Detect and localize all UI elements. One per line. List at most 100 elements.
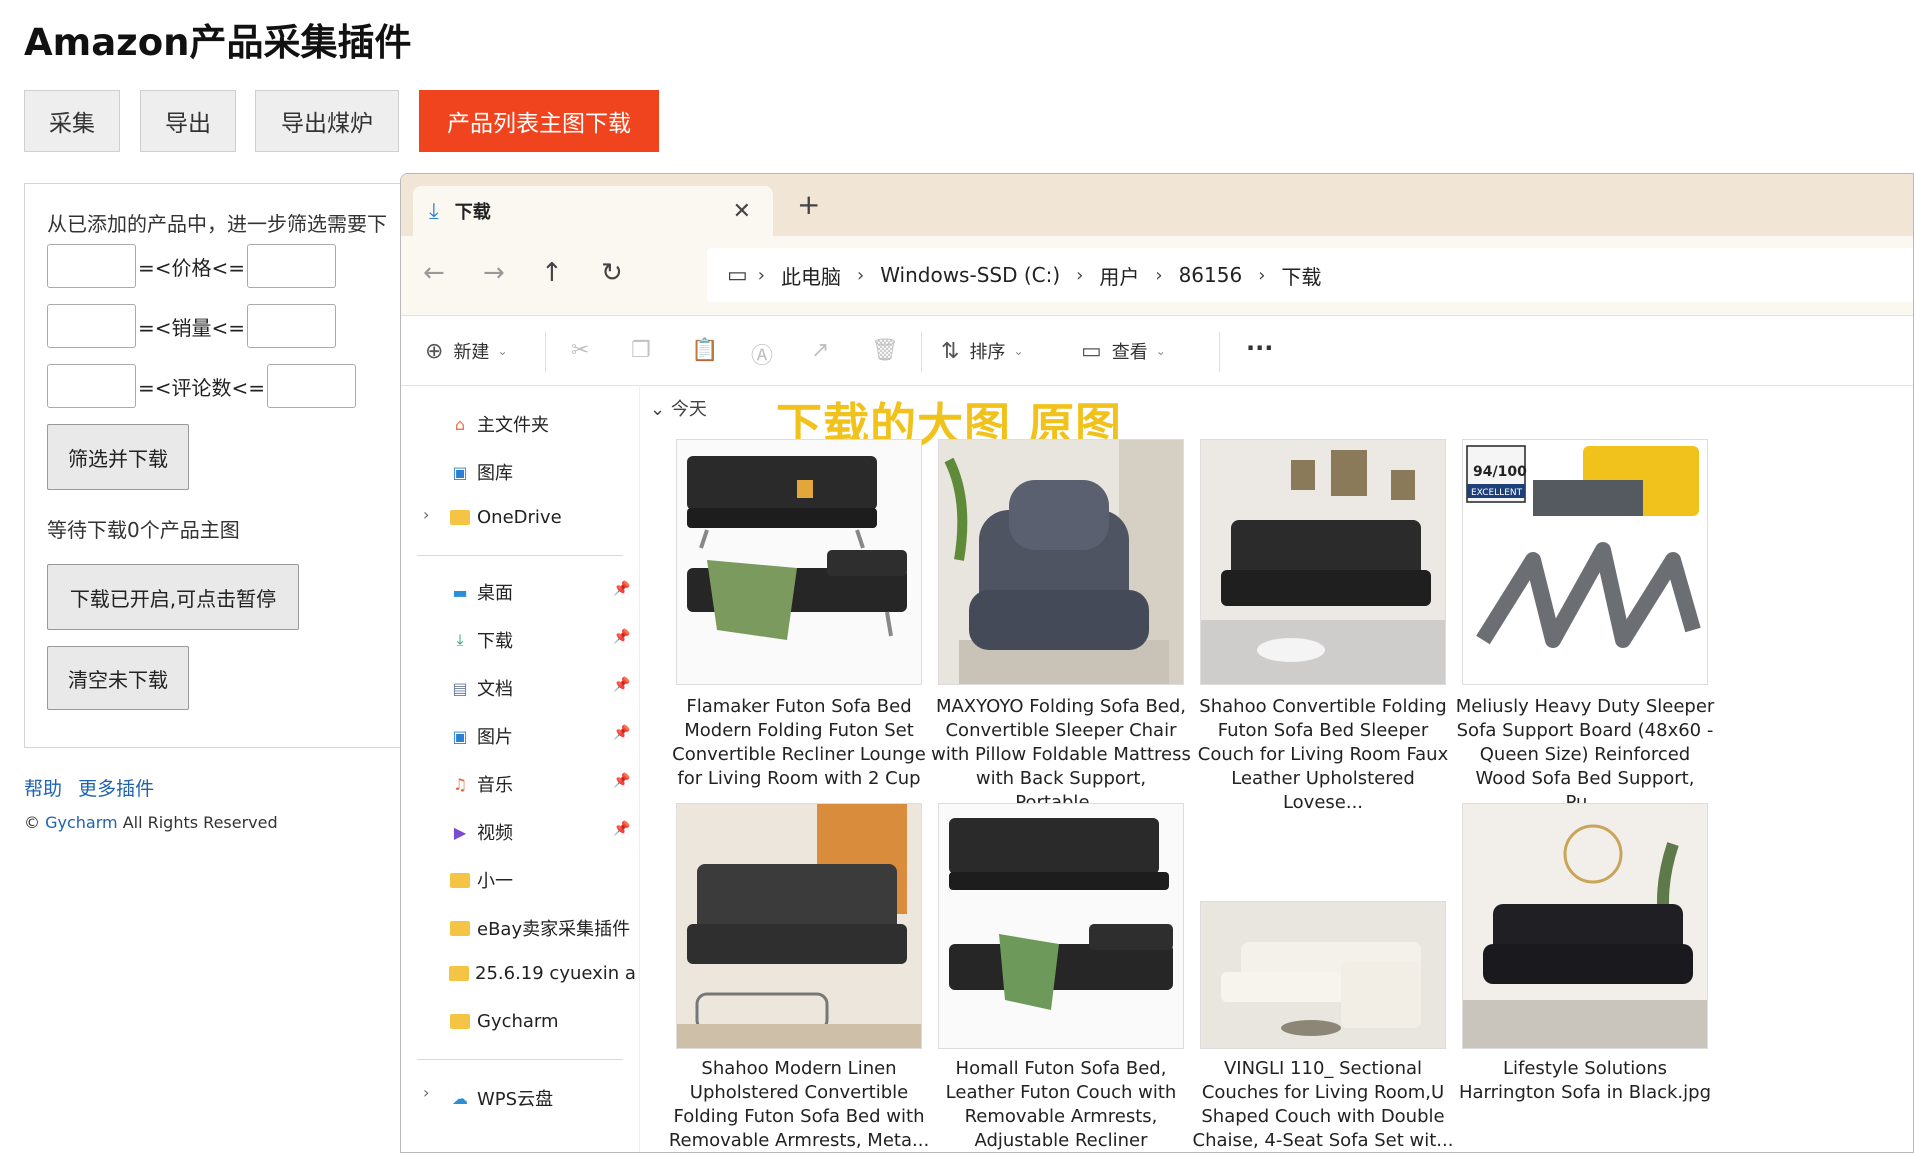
price-label: =<价格<= (138, 255, 246, 280)
nav-folder-xiaoyi[interactable]: 小一 (449, 867, 513, 893)
file-thumbnail-3[interactable] (1200, 439, 1446, 685)
sales-filter-row: =<销量<= (47, 304, 337, 348)
rename-button[interactable]: Ⓐ (751, 338, 783, 370)
download-icon: ⤓ (456, 630, 464, 649)
tab-downloads[interactable]: ⤓ 下载 ✕ (413, 186, 773, 236)
reviews-max-input[interactable] (267, 364, 357, 408)
file-thumbnail-4[interactable]: 94/100 EXCELLENT (1462, 439, 1708, 685)
delete-button[interactable]: 🗑 (871, 338, 909, 363)
paste-button[interactable]: 📋 (691, 338, 728, 363)
file-caption-7[interactable]: VINGLI 110_ Sectional Couches for Living… (1192, 1057, 1454, 1152)
breadcrumb-user[interactable]: 86156 (1179, 263, 1243, 287)
nav-pictures[interactable]: ▣ 图片 (449, 723, 513, 749)
download-started-button[interactable]: 下载已开启,可点击暂停 (47, 564, 299, 630)
nav-desktop[interactable]: ▬ 桌面 (449, 579, 513, 605)
sales-max-input[interactable] (247, 304, 337, 348)
nav-downloads[interactable]: ⤓ 下载 (449, 627, 513, 653)
file-caption-5[interactable]: Shahoo Modern Linen Upholstered Converti… (668, 1057, 930, 1152)
view-icon: ▭ (1081, 338, 1102, 364)
chevron-right-icon[interactable]: › (758, 265, 765, 286)
chevron-down-icon: ⌄ (1013, 344, 1024, 358)
file-thumbnail-2[interactable] (938, 439, 1184, 685)
cut-button[interactable]: ✂ (571, 338, 599, 363)
breadcrumb-this-pc[interactable]: 此电脑 (781, 261, 841, 290)
more-plugins-link[interactable]: 更多插件 (78, 778, 154, 800)
pin-icon[interactable]: 📌 (613, 581, 630, 597)
command-bar: ⊕ 新建 ⌄ ✂ ❐ 📋 Ⓐ ↗ 🗑 ⇅ 排序 ⌄ ▭ 查看 ⌄ ··· (401, 316, 1913, 386)
collect-button[interactable]: 采集 (24, 90, 120, 152)
more-options-button[interactable]: ··· (1246, 334, 1273, 362)
nav-gallery[interactable]: ▣ 图库 (449, 459, 513, 485)
linen-futon-image (677, 804, 921, 1048)
nav-music[interactable]: ♫ 音乐 (449, 771, 513, 797)
download-main-images-button[interactable]: 产品列表主图下载 (419, 90, 659, 152)
breadcrumb-users[interactable]: 用户 (1099, 261, 1139, 290)
clipboard-icon: 📋 (691, 338, 719, 363)
file-thumbnail-7[interactable] (1200, 901, 1446, 1049)
file-thumbnail-1[interactable] (676, 439, 922, 685)
filter-download-button[interactable]: 筛选并下载 (47, 424, 189, 490)
back-arrow-icon[interactable]: ← (423, 258, 445, 288)
file-caption-3[interactable]: Shahoo Convertible Folding Futon Sofa Be… (1192, 695, 1454, 815)
share-icon: ↗ (811, 338, 830, 363)
file-caption-2[interactable]: MAXYOYO Folding Sofa Bed, Convertible Sl… (930, 695, 1192, 815)
rights-text: All Rights Reserved (122, 813, 278, 832)
sales-min-input[interactable] (47, 304, 136, 348)
forward-arrow-icon[interactable]: → (483, 258, 505, 288)
new-tab-button[interactable]: + (797, 188, 820, 221)
chevron-right-icon[interactable]: › (1155, 265, 1162, 286)
pin-icon[interactable]: 📌 (613, 725, 630, 741)
chevron-down-icon: ⌄ (1155, 344, 1166, 358)
file-thumbnail-8[interactable] (1462, 803, 1708, 1049)
price-min-input[interactable] (47, 244, 136, 288)
chevron-right-icon[interactable]: › (1076, 265, 1083, 286)
nav-home[interactable]: ⌂ 主文件夹 (449, 411, 549, 437)
breadcrumb-drive[interactable]: Windows-SSD (C:) (880, 263, 1060, 287)
nav-documents-label: 文档 (477, 679, 513, 700)
footer-links: 帮助 更多插件 (24, 774, 164, 801)
help-link[interactable]: 帮助 (24, 778, 62, 800)
chevron-right-icon[interactable]: › (423, 1083, 429, 1102)
chevron-right-icon[interactable]: › (857, 265, 864, 286)
pin-icon[interactable]: 📌 (613, 821, 630, 837)
group-header-today[interactable]: ⌄ 今天 (650, 395, 707, 421)
file-caption-8[interactable]: Lifestyle Solutions Harrington Sofa in B… (1454, 1057, 1716, 1105)
nav-cyuexin-label: 25.6.19 cyuexin al (475, 963, 635, 984)
export-button[interactable]: 导出 (140, 90, 236, 152)
sort-button[interactable]: ⇅ 排序 ⌄ (941, 338, 1024, 364)
nav-videos[interactable]: ▶ 视频 (449, 819, 513, 845)
nav-folder-ebay[interactable]: eBay卖家采集插件 (449, 915, 630, 941)
pin-icon[interactable]: 📌 (613, 677, 630, 693)
nav-documents[interactable]: ▤ 文档 (449, 675, 513, 701)
chevron-right-icon[interactable]: › (1258, 265, 1265, 286)
copy-button[interactable]: ❐ (631, 338, 661, 363)
reviews-min-input[interactable] (47, 364, 136, 408)
export-coal-button[interactable]: 导出煤炉 (255, 90, 399, 152)
view-button[interactable]: ▭ 查看 ⌄ (1081, 338, 1166, 364)
nav-onedrive[interactable]: OneDrive (449, 507, 562, 528)
nav-folder-gycharm[interactable]: Gycharm (449, 1011, 559, 1032)
nav-folder-cyuexin[interactable]: 25.6.19 cyuexin al (449, 963, 635, 984)
new-button[interactable]: ⊕ 新建 ⌄ (425, 338, 508, 364)
brand-link[interactable]: Gycharm (45, 813, 118, 832)
file-caption-1[interactable]: Flamaker Futon Sofa Bed Modern Folding F… (668, 695, 930, 815)
file-caption-6[interactable]: Homall Futon Sofa Bed, Leather Futon Cou… (930, 1057, 1192, 1152)
close-icon[interactable]: ✕ (733, 199, 751, 224)
nav-divider (417, 555, 623, 556)
pin-icon[interactable]: 📌 (613, 629, 630, 645)
file-explorer-window: ⤓ 下载 ✕ + ← → ↑ ↻ ▭ › 此电脑 › Windows-SSD (… (400, 173, 1914, 1153)
divider (545, 332, 546, 372)
chevron-right-icon[interactable]: › (423, 505, 429, 524)
price-filter-row: =<价格<= (47, 244, 337, 288)
file-thumbnail-5[interactable] (676, 803, 922, 1049)
up-arrow-icon[interactable]: ↑ (541, 258, 563, 288)
breadcrumb-downloads[interactable]: 下载 (1281, 261, 1321, 290)
pin-icon[interactable]: 📌 (613, 773, 630, 789)
nav-wps-cloud[interactable]: ☁ WPS云盘 (449, 1085, 553, 1111)
clear-undownloaded-button[interactable]: 清空未下载 (47, 646, 189, 710)
file-caption-4[interactable]: Meliusly Heavy Duty Sleeper Sofa Support… (1454, 695, 1716, 815)
refresh-icon[interactable]: ↻ (601, 258, 623, 288)
price-max-input[interactable] (247, 244, 337, 288)
share-button[interactable]: ↗ (811, 338, 839, 363)
file-thumbnail-6[interactable] (938, 803, 1184, 1049)
